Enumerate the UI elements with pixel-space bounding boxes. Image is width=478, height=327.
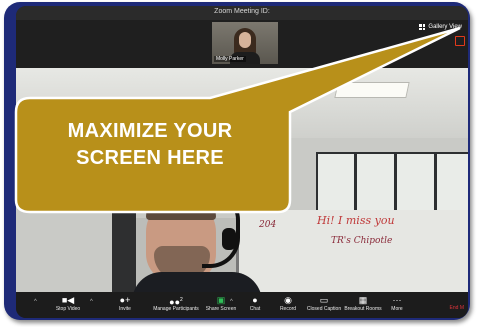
chat-label: Chat bbox=[249, 306, 261, 312]
invite-icon: ●+ bbox=[119, 295, 131, 305]
record-button[interactable]: ◉ Record bbox=[273, 294, 303, 312]
office-column bbox=[112, 188, 136, 292]
gallery-grid-icon bbox=[419, 24, 426, 30]
headset-earcup bbox=[222, 228, 236, 250]
maximize-icon[interactable] bbox=[455, 36, 465, 46]
video-camera-icon: ■◀ bbox=[61, 295, 75, 305]
chat-icon: ● bbox=[252, 295, 258, 305]
gallery-view-label: Gallery View bbox=[428, 24, 462, 30]
window-title: Zoom Meeting ID: bbox=[214, 8, 270, 15]
chat-button[interactable]: ● Chat bbox=[240, 294, 270, 312]
participant-count: 2 bbox=[180, 297, 183, 303]
stop-video-label: Stop Video bbox=[55, 306, 81, 312]
breakout-rooms-button[interactable]: ▦ Breakout Rooms bbox=[340, 294, 386, 312]
chevron-up-icon[interactable]: ^ bbox=[90, 299, 93, 305]
office-ceiling bbox=[16, 68, 468, 138]
end-meeting-button[interactable]: End M bbox=[450, 305, 464, 311]
whiteboard: 204 Hi! I miss you TR's Chipotle bbox=[236, 210, 468, 292]
participant-name: Molly Parker bbox=[214, 56, 246, 62]
chevron-up-icon[interactable]: ^ bbox=[34, 299, 37, 305]
meeting-toolbar: ^ ■◀ Stop Video ^ ●+ Invite ●●2 Manage P… bbox=[16, 292, 468, 318]
title-bar: Zoom Meeting ID: bbox=[16, 6, 468, 20]
stop-video-button[interactable]: ■◀ Stop Video bbox=[46, 294, 90, 312]
invite-label: Invite bbox=[119, 306, 131, 312]
breakout-rooms-icon: ▦ bbox=[358, 295, 368, 305]
speaker-body bbox=[132, 272, 262, 292]
breakout-rooms-label: Breakout Rooms bbox=[344, 306, 382, 312]
record-icon: ◉ bbox=[284, 295, 292, 305]
participant-face bbox=[239, 32, 251, 48]
invite-button[interactable]: ●+ Invite bbox=[110, 294, 140, 312]
share-screen-icon: ▣ bbox=[216, 295, 226, 305]
zoom-meeting-window: Zoom Meeting ID: Gallery View Molly Park… bbox=[16, 6, 468, 318]
active-speaker-video: 204 Hi! I miss you TR's Chipotle bbox=[16, 68, 468, 292]
gallery-view-button[interactable]: Gallery View bbox=[419, 24, 462, 30]
ceiling-light bbox=[334, 82, 410, 98]
more-label: More bbox=[391, 306, 403, 312]
whiteboard-note: Hi! I miss you bbox=[317, 214, 395, 227]
ceiling-light-small bbox=[216, 108, 258, 118]
whiteboard-note: 204 bbox=[259, 220, 277, 230]
share-screen-label: Share Screen bbox=[205, 306, 237, 312]
more-button[interactable]: ··· More bbox=[386, 294, 408, 312]
chevron-up-icon[interactable]: ^ bbox=[230, 299, 233, 305]
whiteboard-note: TR's Chipotle bbox=[331, 236, 393, 246]
share-screen-button[interactable]: ▣ Share Screen bbox=[198, 294, 244, 312]
participant-thumbnail[interactable]: Molly Parker bbox=[212, 22, 278, 64]
more-icon: ··· bbox=[392, 295, 402, 305]
record-label: Record bbox=[279, 306, 297, 312]
